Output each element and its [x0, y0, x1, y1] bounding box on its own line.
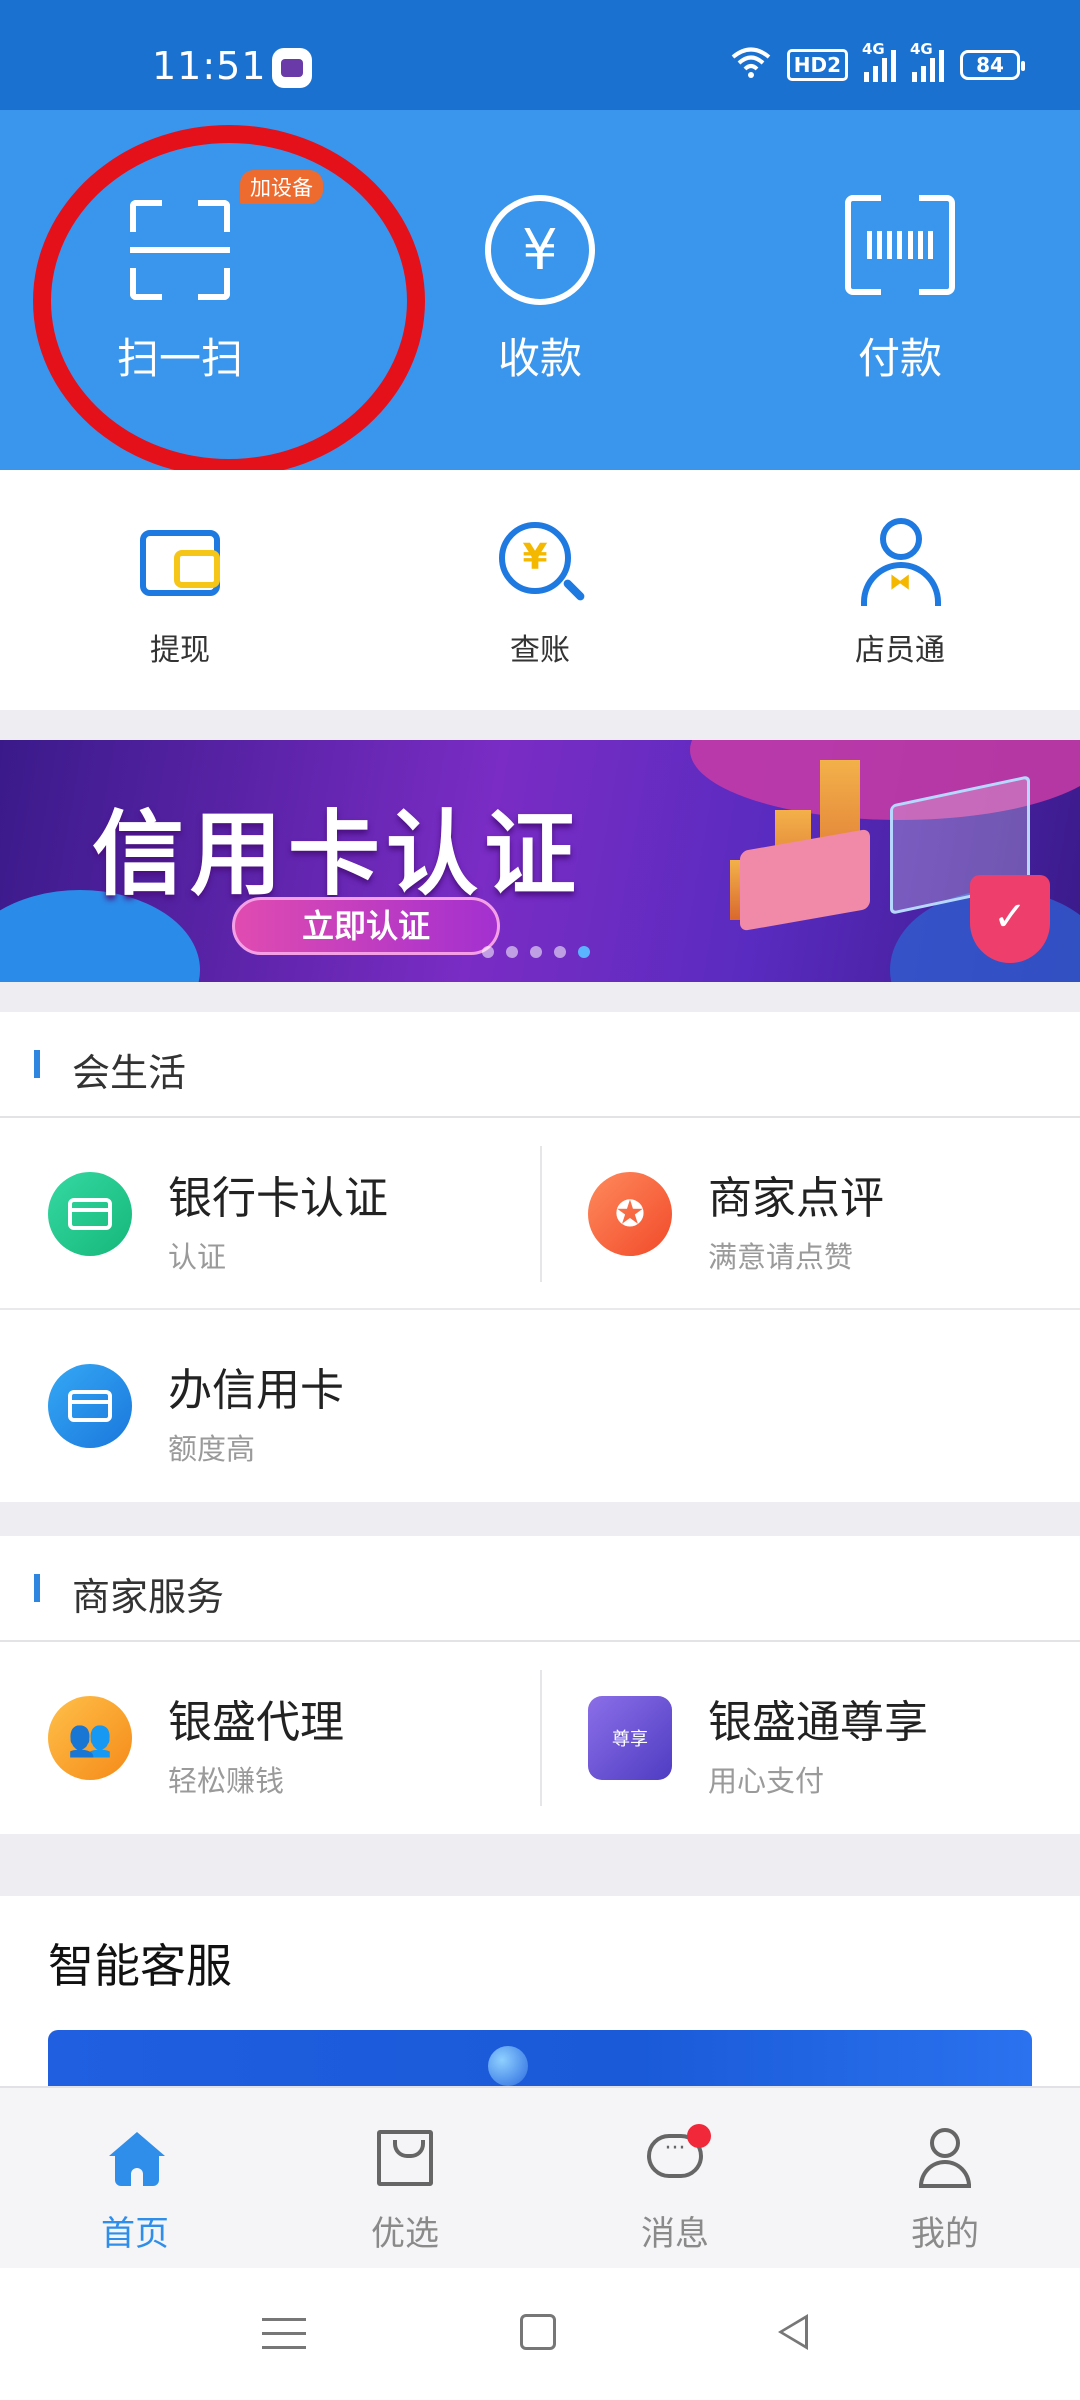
- pay-label: 付款: [857, 334, 942, 383]
- app-notification-icon: [272, 48, 312, 88]
- item-subtitle: 轻松赚钱: [168, 1764, 285, 1798]
- withdraw-label: 提现: [150, 633, 210, 668]
- item-name: 商家点评: [708, 1173, 884, 1224]
- unread-dot: [687, 2124, 711, 2148]
- barcode-icon: [845, 193, 955, 305]
- merchant-section: 商家服务 👥 银盛代理 轻松赚钱 尊享 银盛通尊享 用心支付: [0, 1536, 1080, 1834]
- home-icon: [107, 2128, 165, 2188]
- life-section: 会生活 银行卡认证 认证 ✪ 商家点评 满意请点赞 办信用卡 额度高: [0, 1012, 1080, 1502]
- merchant-review-item[interactable]: ✪ 商家点评 满意请点赞: [540, 1118, 1080, 1310]
- signal-2-icon: 4G: [910, 40, 944, 82]
- shopping-bag-icon: [377, 2128, 433, 2188]
- signal-1-icon: 4G: [862, 40, 896, 82]
- item-name: 银行卡认证: [168, 1173, 388, 1224]
- system-indicators: HD2 4G 4G 84: [731, 40, 1025, 84]
- check-account-button[interactable]: ¥ 查账: [360, 470, 720, 710]
- staff-button[interactable]: ⧓ 店员通: [720, 470, 1080, 710]
- carousel-dots: [482, 946, 590, 958]
- withdraw-button[interactable]: 提现: [0, 470, 360, 710]
- highlight-circle: [33, 125, 425, 477]
- service-row: 👥 银盛代理 轻松赚钱 尊享 银盛通尊享 用心支付: [0, 1642, 1080, 1834]
- section-header: 商家服务: [0, 1536, 1080, 1642]
- battery-icon: 84: [960, 50, 1025, 80]
- credit-card-icon: [48, 1364, 132, 1448]
- pay-button[interactable]: 付款: [720, 110, 1080, 470]
- bank-card-icon: [48, 1172, 132, 1256]
- promo-banner[interactable]: ✓ 信用卡认证 立即认证: [0, 740, 1080, 982]
- item-name: 银盛代理: [168, 1697, 344, 1748]
- tab-label: 我的: [911, 2214, 979, 2254]
- section-accent-bar: [34, 1574, 40, 1602]
- system-nav-bar: [0, 2268, 1080, 2400]
- smart-service-card[interactable]: [48, 2030, 1032, 2088]
- service-row: 银行卡认证 认证 ✪ 商家点评 满意请点赞: [0, 1118, 1080, 1310]
- tab-profile[interactable]: 我的: [810, 2088, 1080, 2270]
- smart-service-title: 智能客服: [48, 1939, 232, 1993]
- hd-badge: HD2: [786, 49, 848, 81]
- item-subtitle: 用心支付: [708, 1764, 825, 1798]
- item-name: 办信用卡: [168, 1365, 344, 1416]
- home-nav-button[interactable]: [520, 2314, 556, 2350]
- recent-apps-button[interactable]: [262, 2318, 306, 2362]
- section-title: 会生活: [72, 1051, 187, 1095]
- staff-icon: ⧓: [855, 518, 945, 608]
- banner-title: 信用卡认证: [92, 801, 583, 908]
- section-header: 会生活: [0, 1012, 1080, 1118]
- card-illustration: [740, 828, 870, 932]
- award-icon: ✪: [588, 1172, 672, 1256]
- chat-bubble-icon: ···: [647, 2124, 711, 2188]
- bottom-tab-bar: 首页 优选 ··· 消息 我的: [0, 2086, 1080, 2268]
- tab-featured[interactable]: 优选: [270, 2088, 540, 2270]
- status-time: 11:51: [152, 44, 267, 88]
- item-name: 银盛通尊享: [708, 1697, 928, 1748]
- section-accent-bar: [34, 1050, 40, 1078]
- bank-card-auth-item[interactable]: 银行卡认证 认证: [0, 1118, 540, 1310]
- wallet-icon: [135, 518, 225, 608]
- tab-label: 消息: [641, 2214, 709, 2254]
- tab-label: 首页: [101, 2214, 169, 2254]
- shield-icon: ✓: [970, 875, 1050, 963]
- tab-messages[interactable]: ··· 消息: [540, 2088, 810, 2270]
- check-account-label: 查账: [510, 633, 570, 668]
- back-nav-button[interactable]: [778, 2314, 822, 2358]
- group-icon: 👥: [48, 1696, 132, 1780]
- section-title: 商家服务: [72, 1575, 225, 1619]
- status-bar: 11:51 HD2 4G 4G 84: [0, 0, 1080, 110]
- yuan-icon: ¥: [485, 195, 595, 305]
- search-yuan-icon: ¥: [495, 518, 587, 608]
- profile-icon: [917, 2128, 973, 2188]
- vip-badge-icon: 尊享: [588, 1696, 672, 1780]
- item-subtitle: 满意请点赞: [708, 1240, 854, 1274]
- staff-label: 店员通: [855, 633, 945, 668]
- item-subtitle: 额度高: [168, 1432, 256, 1466]
- agent-item[interactable]: 👥 银盛代理 轻松赚钱: [0, 1642, 540, 1834]
- apply-credit-card-item[interactable]: 办信用卡 额度高: [0, 1310, 540, 1502]
- tab-label: 优选: [371, 2214, 439, 2254]
- service-row: 办信用卡 额度高: [0, 1310, 1080, 1502]
- smart-service-section: 智能客服: [0, 1896, 1080, 2088]
- wifi-icon: [731, 46, 771, 84]
- vip-item[interactable]: 尊享 银盛通尊享 用心支付: [540, 1642, 1080, 1834]
- tools-row: 提现 ¥ 查账 ⧓ 店员通: [0, 470, 1080, 710]
- item-subtitle: 认证: [168, 1240, 227, 1274]
- tab-home[interactable]: 首页: [0, 2088, 270, 2270]
- banner-cta-button[interactable]: 立即认证: [232, 897, 500, 955]
